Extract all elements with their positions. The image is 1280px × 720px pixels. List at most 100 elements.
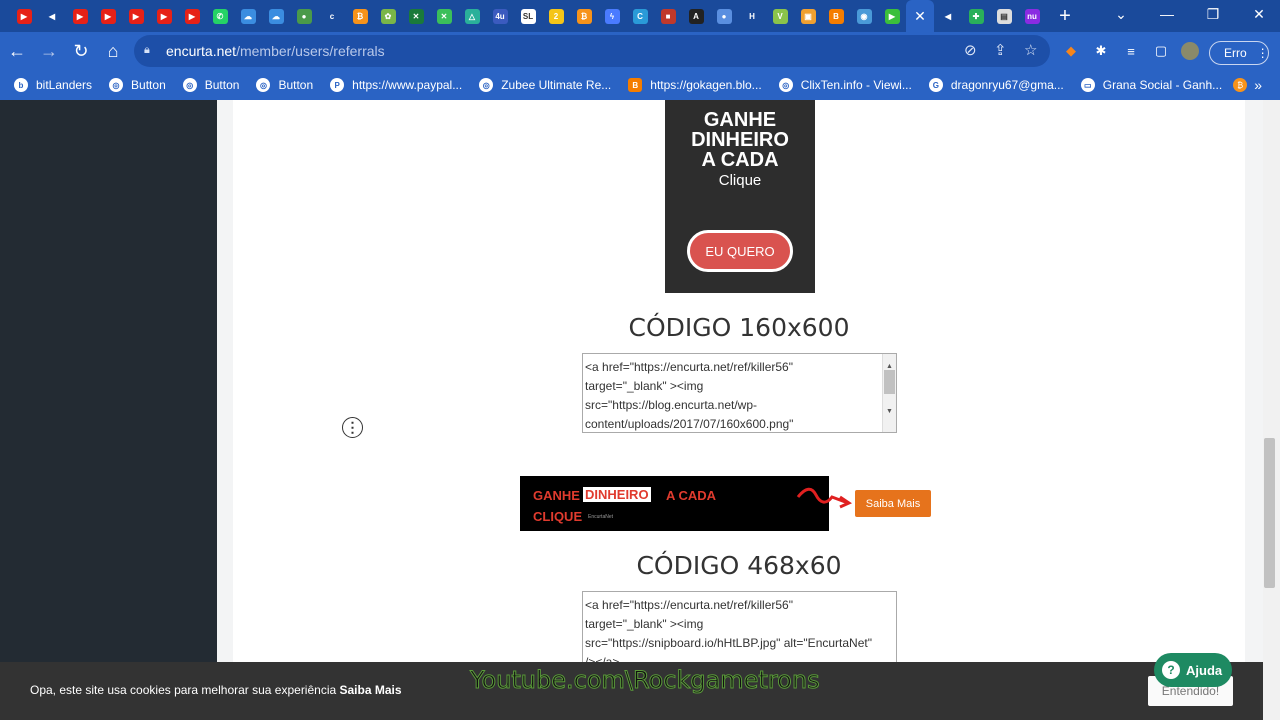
- banner-468x60[interactable]: GANHE DINHEIRO A CADA CLIQUE EncurtaNet: [520, 476, 829, 531]
- error-profile-button[interactable]: Erro ⋮: [1209, 41, 1269, 65]
- browser-tab[interactable]: ●: [290, 0, 318, 32]
- browser-tab[interactable]: ₿: [346, 0, 374, 32]
- browser-tab[interactable]: H: [738, 0, 766, 32]
- google-icon: G: [928, 78, 943, 92]
- browser-tab[interactable]: ◉: [850, 0, 878, 32]
- bookmark-item[interactable]: ◎ Button: [256, 78, 313, 92]
- more-options-icon[interactable]: ⋮: [342, 417, 363, 438]
- bookmark-item[interactable]: ▭ Grana Social - Ganh...: [1080, 78, 1223, 92]
- browser-tab[interactable]: ▶: [178, 0, 206, 32]
- bookmark-item[interactable]: Bhttps://gokagen.blo...: [628, 78, 762, 92]
- new-tab-button[interactable]: +: [1050, 5, 1080, 28]
- share-icon[interactable]: ⇪: [994, 41, 1007, 59]
- browser-tab[interactable]: ◀: [38, 0, 66, 32]
- browser-tab[interactable]: ■: [654, 0, 682, 32]
- metamask-icon[interactable]: ◆: [1062, 42, 1080, 60]
- browser-tab[interactable]: ✆: [206, 0, 234, 32]
- code-160-textarea[interactable]: <a href="https://encurta.net/ref/killer5…: [582, 353, 897, 433]
- bitcoin-icon[interactable]: ₿: [1233, 78, 1248, 92]
- help-button[interactable]: ? Ajuda: [1154, 653, 1232, 687]
- youtube-icon: ▶: [16, 8, 32, 24]
- minimize-button[interactable]: —: [1144, 6, 1190, 22]
- browser-tab[interactable]: SL: [514, 0, 542, 32]
- active-tab[interactable]: ✕: [906, 0, 934, 32]
- browser-tab[interactable]: B: [822, 0, 850, 32]
- browser-tab[interactable]: ▶: [10, 0, 38, 32]
- browser-toolbar: ← → ↻ ⌂ 🔒︎ encurta.net/member/users/refe…: [0, 32, 1280, 70]
- bitcoin-icon: ₿: [352, 8, 368, 24]
- browser-tab[interactable]: ☁: [234, 0, 262, 32]
- bookmark-item[interactable]: ◎ Zubee Ultimate Re...: [479, 78, 611, 92]
- page-scrollbar[interactable]: [1263, 100, 1280, 720]
- card-icon: ▭: [1080, 78, 1095, 92]
- browser-tab[interactable]: ▶: [94, 0, 122, 32]
- flower-icon: ✿: [380, 8, 396, 24]
- restore-button[interactable]: ❐: [1190, 6, 1236, 23]
- close-icon[interactable]: ✕: [914, 8, 926, 25]
- back-button[interactable]: ←: [2, 36, 32, 66]
- reload-button[interactable]: ↻: [66, 36, 96, 66]
- bookmark-item[interactable]: b bitLanders: [14, 78, 92, 92]
- code-468-textarea[interactable]: <a href="https://encurta.net/ref/killer5…: [582, 591, 897, 662]
- browser-tab[interactable]: ✕: [430, 0, 458, 32]
- close-window-button[interactable]: ✕: [1236, 6, 1280, 23]
- bookmarks-overflow-icon[interactable]: »: [1254, 77, 1262, 93]
- url-host: encurta.net: [166, 43, 237, 59]
- browser-tab[interactable]: ◀: [934, 0, 962, 32]
- browser-tab[interactable]: ϟ: [598, 0, 626, 32]
- banner160-button[interactable]: EU QUERO: [687, 230, 793, 272]
- browser-tab[interactable]: ✕: [402, 0, 430, 32]
- browser-tab[interactable]: nu: [1018, 0, 1046, 32]
- tab-search-icon[interactable]: ⌄: [1098, 6, 1144, 23]
- bookmark-label: dragonryu67@gma...: [950, 78, 1064, 92]
- address-bar[interactable]: 🔒︎ encurta.net/member/users/referrals ⊘ …: [134, 35, 1050, 67]
- banner160-line3: A CADA: [701, 149, 779, 171]
- browser-tab[interactable]: c: [318, 0, 346, 32]
- browser-tab[interactable]: V: [766, 0, 794, 32]
- url-path: /member/users/referrals: [236, 43, 385, 59]
- sidepanel-icon[interactable]: ▢: [1152, 42, 1170, 60]
- page-scroll-thumb[interactable]: [1264, 438, 1275, 588]
- playlist-icon[interactable]: ≡: [1122, 42, 1140, 60]
- browser-tab[interactable]: ✿: [374, 0, 402, 32]
- bookmark-label: Button: [131, 78, 166, 92]
- puzzle-icon[interactable]: ✱: [1092, 42, 1110, 60]
- cookie-saiba-mais-link[interactable]: Saiba Mais: [340, 683, 402, 697]
- forward-button[interactable]: →: [34, 36, 64, 66]
- bookmark-item[interactable]: ◎ Button: [109, 78, 166, 92]
- a-icon: A: [688, 8, 704, 24]
- blogger-icon: B: [628, 78, 643, 92]
- browser-tab[interactable]: ₿: [570, 0, 598, 32]
- browser-tab[interactable]: ▶: [878, 0, 906, 32]
- youtube-icon: ▶: [128, 8, 144, 24]
- avatar[interactable]: [1181, 42, 1199, 60]
- browser-tab[interactable]: ●: [710, 0, 738, 32]
- browser-tab[interactable]: C: [626, 0, 654, 32]
- browser-tab[interactable]: A: [682, 0, 710, 32]
- textarea-scroll-thumb[interactable]: [884, 370, 895, 394]
- browser-tab[interactable]: ▶: [122, 0, 150, 32]
- saiba-mais-button[interactable]: Saiba Mais: [855, 490, 931, 517]
- banner468-clique: CLIQUE: [533, 509, 583, 524]
- star-icon[interactable]: ☆: [1024, 41, 1037, 59]
- eye-off-icon[interactable]: ⊘: [964, 41, 977, 59]
- bookmark-label: Grana Social - Ganh...: [1102, 78, 1223, 92]
- banner-160x600[interactable]: GANHE DINHEIRO A CADA Clique EU QUERO: [665, 100, 815, 293]
- bookmarks-bar: b bitLanders ◎ Button ◎ Button ◎ Button Phttps:/…: [0, 70, 1280, 100]
- browser-tab[interactable]: 4u: [486, 0, 514, 32]
- bookmark-item[interactable]: ◎ ClixTen.info - Viewi...: [778, 78, 912, 92]
- bookmark-item[interactable]: ◎ Button: [182, 78, 239, 92]
- home-button[interactable]: ⌂: [98, 36, 128, 66]
- scroll-down-icon[interactable]: ▼: [883, 402, 896, 421]
- browser-tab[interactable]: ▶: [150, 0, 178, 32]
- bookmark-item[interactable]: Phttps://www.paypal...: [330, 78, 462, 92]
- browser-tab[interactable]: ▣: [794, 0, 822, 32]
- browser-tab[interactable]: ▶: [66, 0, 94, 32]
- textarea-scrollbar[interactable]: ▲ ▼: [882, 354, 896, 432]
- browser-tab[interactable]: ☁: [262, 0, 290, 32]
- browser-tab[interactable]: △: [458, 0, 486, 32]
- browser-tab[interactable]: ✚: [962, 0, 990, 32]
- bookmark-item[interactable]: Gdragonryu67@gma...: [928, 78, 1064, 92]
- browser-tab[interactable]: 2: [542, 0, 570, 32]
- browser-tab[interactable]: ▤: [990, 0, 1018, 32]
